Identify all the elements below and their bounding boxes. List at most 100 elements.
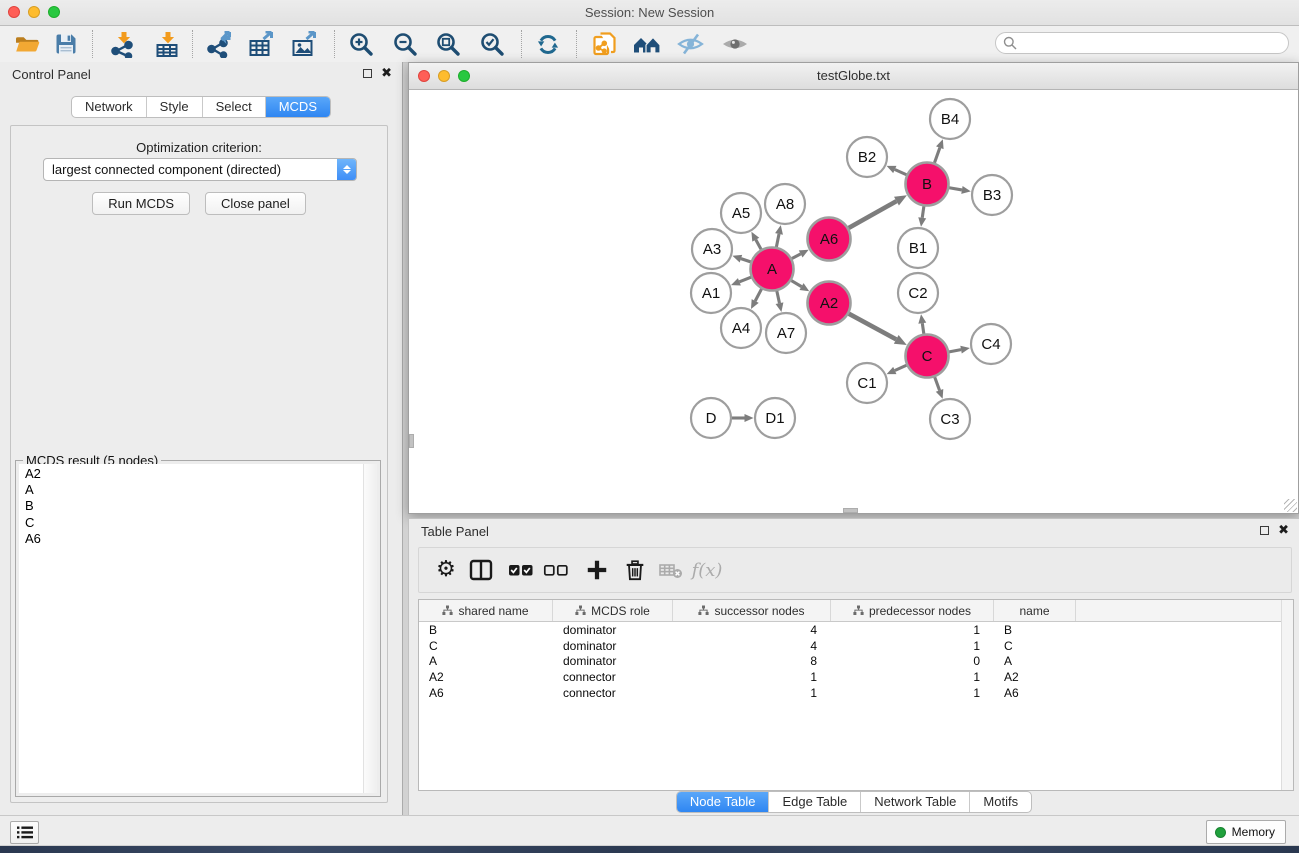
table-scrollbar[interactable] [1281,600,1293,790]
cell-successor-nodes[interactable]: 4 [673,639,831,653]
edge-C-C4[interactable] [949,350,961,352]
cell-mcds-role[interactable]: connector [553,686,673,700]
export-image-icon[interactable] [286,29,322,59]
cell-successor-nodes[interactable]: 1 [673,686,831,700]
network-canvas[interactable]: B4B2BB3A8A5A6A3B1AA1C2A2A4A7C4CC1C3DD1 [409,90,1298,513]
import-network-icon[interactable] [105,29,141,59]
edge-B-B2[interactable] [895,170,907,175]
float-panel-icon[interactable] [363,69,372,78]
clone-network-icon[interactable] [587,29,623,59]
close-table-panel-icon[interactable]: ✖ [1278,524,1289,537]
tab-edge-table[interactable]: Edge Table [768,792,860,812]
cell-predecessor-nodes[interactable]: 1 [831,639,994,653]
close-panel-button[interactable]: Close panel [205,192,306,215]
tab-node-table[interactable]: Node Table [677,792,769,812]
delete-table-icon[interactable] [655,555,687,585]
resize-grip[interactable] [1284,499,1297,512]
cell-name[interactable]: C [994,639,1076,653]
column-header-mcds-role[interactable]: MCDS role [553,600,673,621]
edge-A-A1[interactable] [739,277,751,282]
select-all-icon[interactable] [505,555,537,585]
criterion-select[interactable]: largest connected component (directed) [43,158,357,181]
open-session-icon[interactable] [9,29,45,59]
result-list-scrollbar[interactable] [363,464,377,793]
tab-mcds[interactable]: MCDS [265,97,330,117]
zoom-out-icon[interactable] [387,29,423,59]
edge-A-A7[interactable] [777,291,780,303]
home-icon[interactable] [629,29,665,59]
tab-network[interactable]: Network [72,97,146,117]
edge-A-A3[interactable] [741,259,751,262]
table-row-c[interactable]: Cdominator41C [419,638,1293,654]
edge-B-B4[interactable] [935,148,940,163]
edge-C-C3[interactable] [935,377,940,390]
edge-A-A2[interactable] [791,281,801,287]
edge-C-C2[interactable] [922,323,924,334]
cell-predecessor-nodes[interactable]: 1 [831,686,994,700]
show-eye-icon[interactable] [717,29,753,59]
network-zoom-button[interactable] [458,70,470,82]
network-window-titlebar[interactable]: testGlobe.txt [409,63,1298,90]
cell-name[interactable]: A6 [994,686,1076,700]
cell-mcds-role[interactable]: connector [553,670,673,684]
save-session-icon[interactable] [48,29,84,59]
refresh-icon[interactable] [530,29,566,59]
function-builder-icon[interactable]: f(x) [691,555,723,585]
column-header-predecessor-nodes[interactable]: predecessor nodes [831,600,994,621]
edge-C-C1[interactable] [895,365,907,370]
cell-shared-name[interactable]: A6 [419,686,553,700]
result-item-b[interactable]: B [19,498,377,514]
edge-A-A6[interactable] [792,254,801,259]
result-item-a2[interactable]: A2 [19,466,377,482]
horizontal-scroll-thumb[interactable] [843,508,858,513]
edge-B-B1[interactable] [922,206,924,218]
result-item-a6[interactable]: A6 [19,531,377,547]
cell-mcds-role[interactable]: dominator [553,654,673,668]
edge-A-A5[interactable] [756,240,761,250]
tab-style[interactable]: Style [146,97,202,117]
cell-successor-nodes[interactable]: 8 [673,654,831,668]
edge-A-A4[interactable] [755,289,761,301]
column-header-successor-nodes[interactable]: successor nodes [673,600,831,621]
cell-name[interactable]: A [994,654,1076,668]
settings-icon[interactable]: ⚙ [430,555,462,585]
tab-motifs[interactable]: Motifs [969,792,1031,812]
memory-button[interactable]: Memory [1206,820,1286,844]
close-window-button[interactable] [8,6,20,18]
table-row-a[interactable]: Adominator80A [419,654,1293,670]
table-row-a6[interactable]: A6connector11A6 [419,685,1293,701]
run-mcds-button[interactable]: Run MCDS [92,192,190,215]
task-history-button[interactable] [10,821,39,844]
search-field[interactable] [995,32,1289,54]
close-panel-icon[interactable]: ✖ [381,67,392,80]
zoom-window-button[interactable] [48,6,60,18]
column-header-shared-name[interactable]: shared name [419,600,553,621]
edge-B-B3[interactable] [949,188,962,190]
cell-name[interactable]: B [994,623,1076,637]
zoom-fit-icon[interactable] [430,29,466,59]
cell-predecessor-nodes[interactable]: 1 [831,670,994,684]
cell-predecessor-nodes[interactable]: 1 [831,623,994,637]
result-item-a[interactable]: A [19,482,377,498]
cell-shared-name[interactable]: A2 [419,670,553,684]
hide-eye-icon[interactable] [672,29,708,59]
column-header-name[interactable]: name [994,600,1076,621]
minimize-window-button[interactable] [28,6,40,18]
edge-A2-C[interactable] [849,314,896,340]
cell-shared-name[interactable]: C [419,639,553,653]
export-network-icon[interactable] [201,29,237,59]
table-row-a2[interactable]: A2connector11A2 [419,669,1293,685]
network-close-button[interactable] [418,70,430,82]
network-minimize-button[interactable] [438,70,450,82]
cell-predecessor-nodes[interactable]: 0 [831,654,994,668]
delete-icon[interactable] [619,555,651,585]
import-table-icon[interactable] [149,29,185,59]
table-row-b[interactable]: Bdominator41B [419,622,1293,638]
vertical-scroll-thumb[interactable] [409,434,414,448]
tab-network-table[interactable]: Network Table [860,792,969,812]
tab-select[interactable]: Select [202,97,265,117]
cell-name[interactable]: A2 [994,670,1076,684]
zoom-in-icon[interactable] [343,29,379,59]
cell-successor-nodes[interactable]: 4 [673,623,831,637]
float-table-panel-icon[interactable] [1260,526,1269,535]
